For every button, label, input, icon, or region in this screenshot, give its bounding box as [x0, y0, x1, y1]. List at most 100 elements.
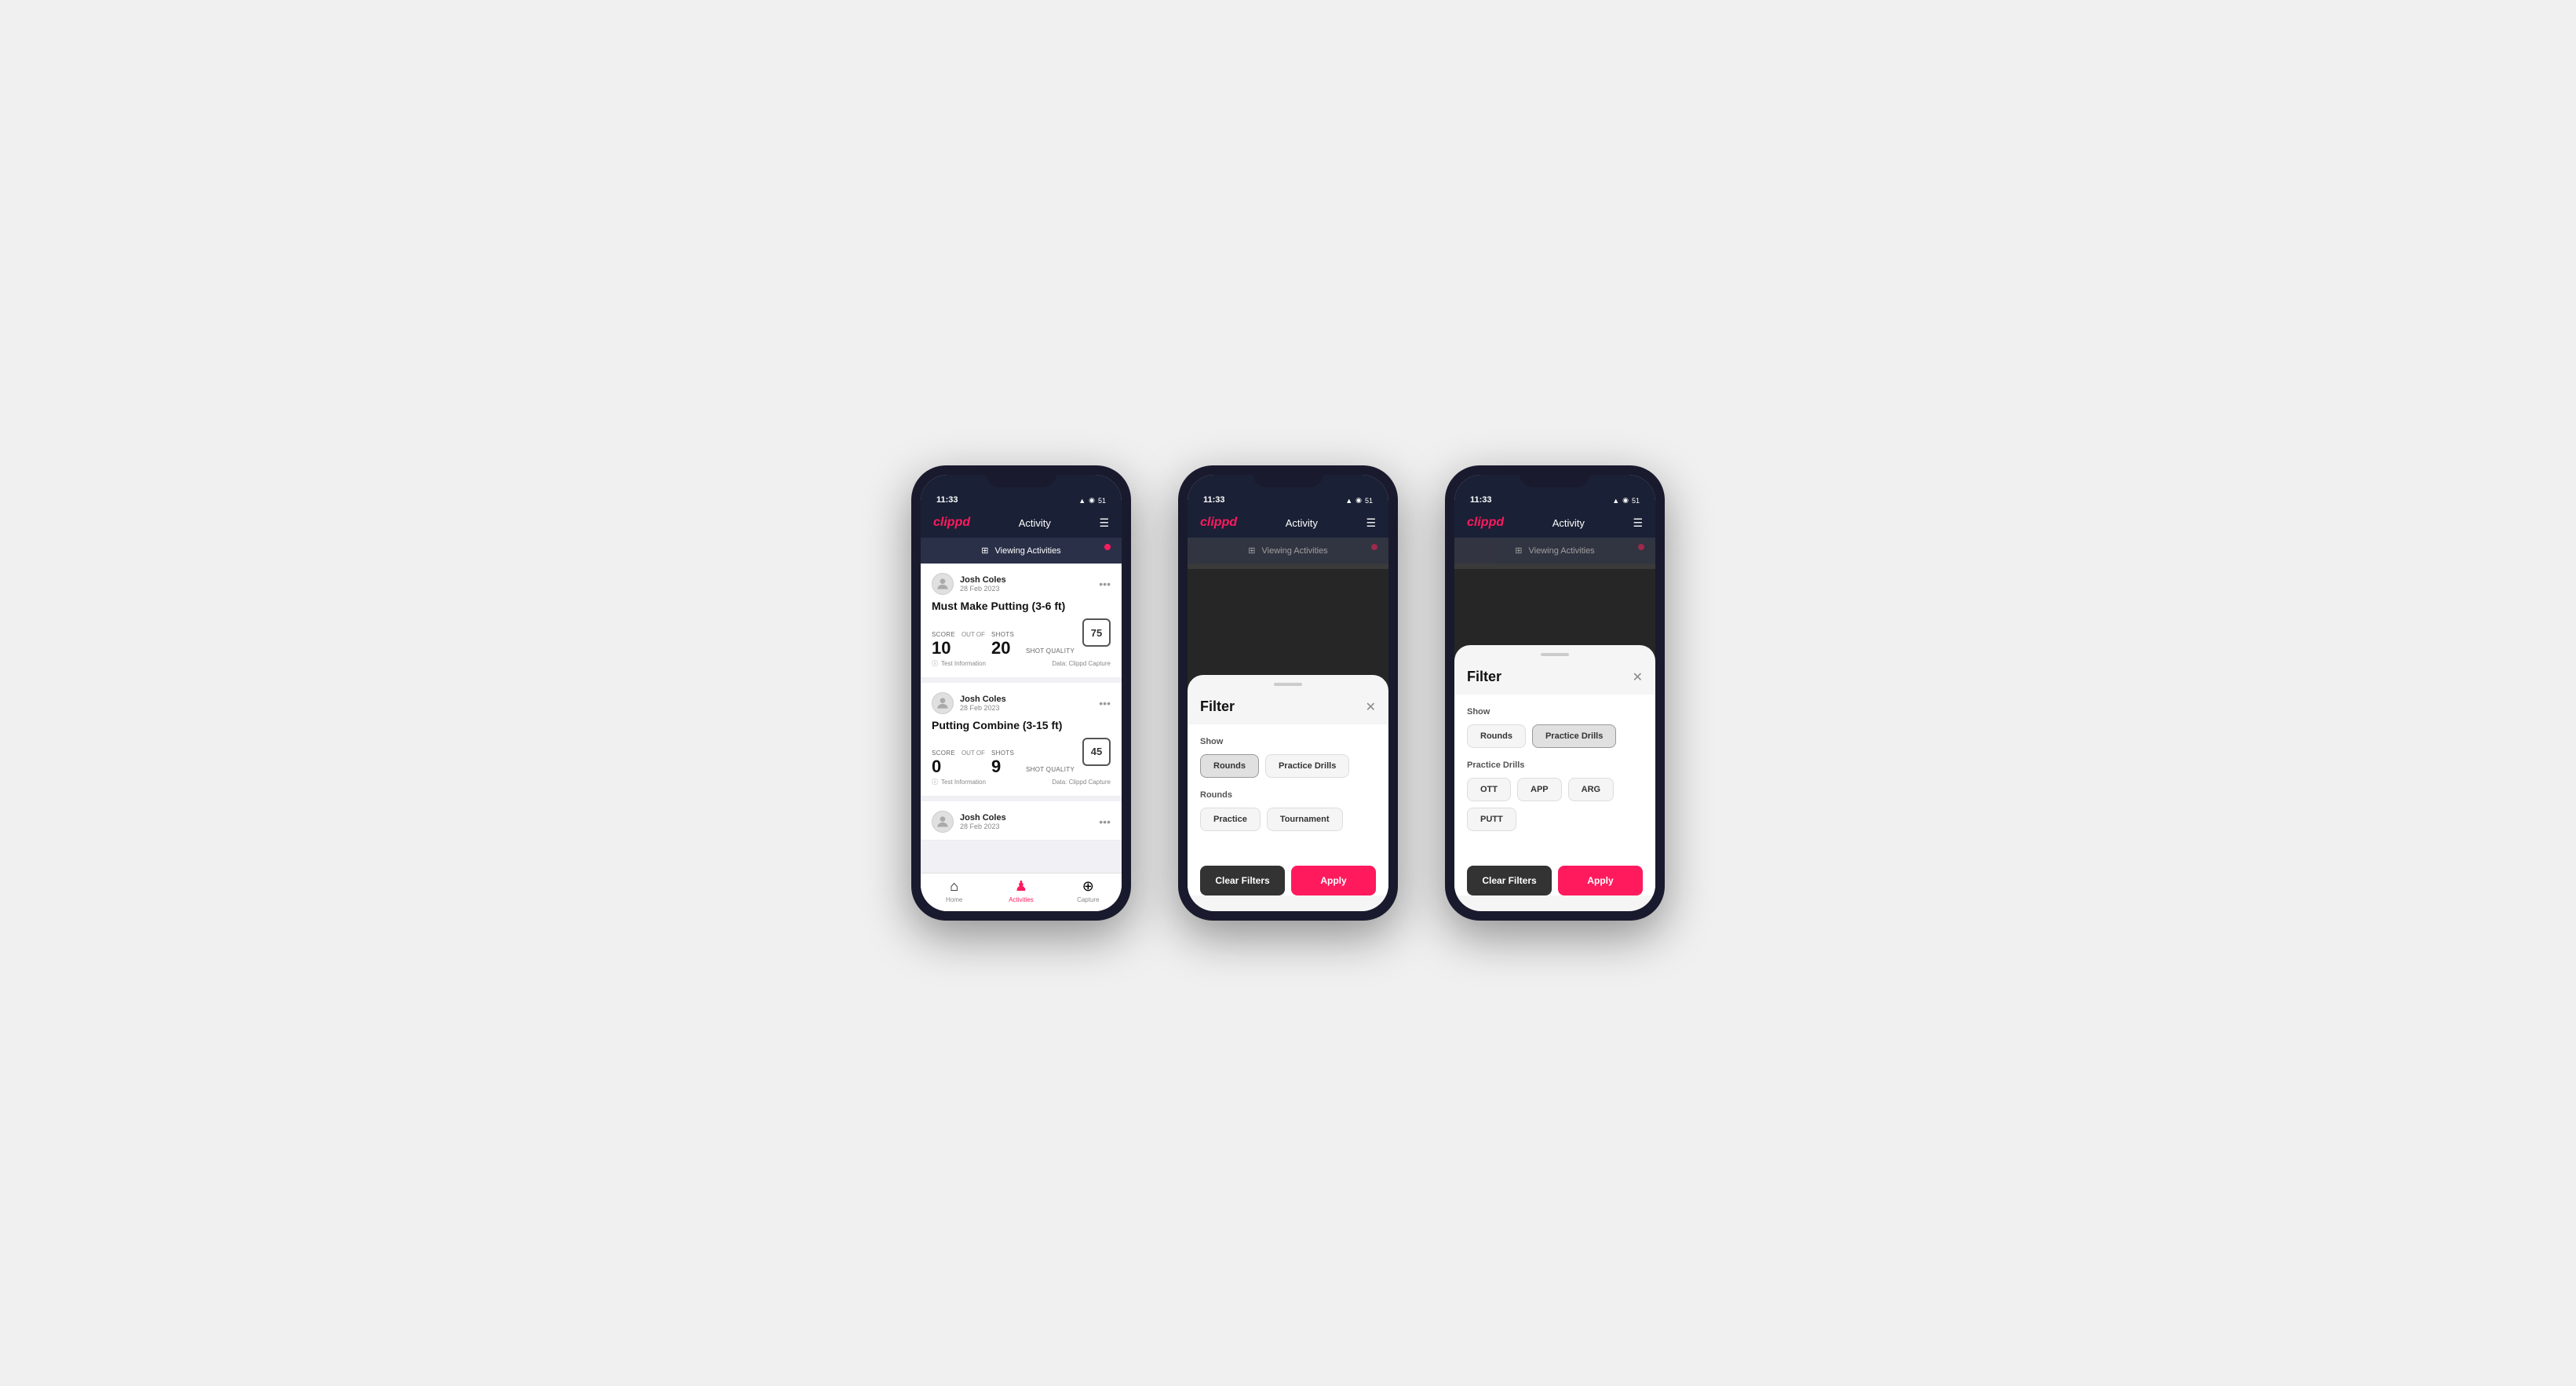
status-icons-2: ▲ ◉ 51 [1345, 496, 1373, 505]
test-info-2: ⓘ Test Information [932, 778, 986, 786]
show-buttons-3: Rounds Practice Drills [1467, 724, 1643, 748]
clear-btn-3[interactable]: Clear Filters [1467, 866, 1552, 895]
nav-menu-2[interactable]: ☰ [1366, 516, 1376, 530]
phone-1-inner: 11:33 ▲ ◉ 51 clippd Activity ☰ ⊞ Viewing… [921, 475, 1122, 911]
nav-menu-3[interactable]: ☰ [1633, 516, 1643, 530]
status-icons-3: ▲ ◉ 51 [1612, 496, 1640, 505]
tab-activities[interactable]: ♟ Activities [987, 878, 1054, 903]
notch-1 [986, 465, 1056, 487]
viewing-bar-1[interactable]: ⊞ Viewing Activities [921, 538, 1122, 564]
card-header-2: Josh Coles 28 Feb 2023 ••• [932, 692, 1111, 714]
activity-title-1: Must Make Putting (3-6 ft) [932, 600, 1111, 612]
card-header-1: Josh Coles 28 Feb 2023 ••• [932, 573, 1111, 595]
filter-sheet-3: Filter ✕ Show Rounds Practice Drills Pra… [1454, 645, 1655, 911]
viewing-bar-text-3: Viewing Activities [1529, 546, 1595, 556]
tab-home[interactable]: ⌂ Home [921, 878, 987, 903]
user-date-1: 28 Feb 2023 [960, 585, 1006, 593]
close-icon-2[interactable]: ✕ [1366, 699, 1376, 715]
shot-quality-badge-1: 75 [1082, 618, 1111, 647]
more-dots-2[interactable]: ••• [1099, 697, 1111, 709]
status-time-1: 11:33 [936, 495, 958, 505]
shot-quality-value-1: 75 [1091, 627, 1102, 639]
nav-bar-3: clippd Activity ☰ [1454, 509, 1655, 538]
shot-quality-value-2: 45 [1091, 746, 1102, 757]
user-info-3: Josh Coles 28 Feb 2023 [932, 811, 1006, 833]
shot-quality-label-1: Shot Quality [1026, 647, 1111, 655]
sheet-handle-2 [1274, 683, 1302, 686]
ott-btn-3[interactable]: OTT [1467, 778, 1511, 801]
filter-icon-1: ⊞ [981, 545, 988, 556]
filter-sheet-2: Filter ✕ Show Rounds Practice Drills Rou… [1188, 675, 1388, 911]
user-name-1: Josh Coles [960, 575, 1006, 585]
activity-feed-1: Josh Coles 28 Feb 2023 ••• Must Make Put… [921, 564, 1122, 873]
more-dots-3[interactable]: ••• [1099, 815, 1111, 828]
score-value-1: 10 [932, 638, 950, 658]
rounds-btn-3[interactable]: Rounds [1467, 724, 1526, 748]
nav-bar-1: clippd Activity ☰ [921, 509, 1122, 538]
practice-drills-section-label-3: Practice Drills [1467, 760, 1643, 770]
nav-menu-1[interactable]: ☰ [1099, 516, 1109, 530]
shots-label-2: Shots [991, 750, 1014, 757]
sheet-body-2: Show Rounds Practice Drills Rounds Pract… [1188, 724, 1388, 856]
activities-icon: ♟ [1015, 878, 1027, 895]
tab-capture[interactable]: ⊕ Capture [1055, 878, 1122, 903]
viewing-bar-text-2: Viewing Activities [1262, 546, 1328, 556]
shots-value-1: 20 [991, 638, 1010, 658]
show-buttons-2: Rounds Practice Drills [1200, 754, 1376, 778]
drill-buttons-3: OTT APP ARG PUTT [1467, 778, 1643, 831]
filter-icon-2: ⊞ [1248, 545, 1255, 556]
screen-content-1: ⊞ Viewing Activities [921, 538, 1122, 873]
score-label-1: Score [932, 631, 955, 638]
tab-capture-label: Capture [1077, 896, 1099, 903]
nav-bar-2: clippd Activity ☰ [1188, 509, 1388, 538]
viewing-dot-2 [1371, 544, 1377, 550]
phone-2: 11:33 ▲ ◉ 51 clippd Activity ☰ ⊞ Viewing… [1178, 465, 1398, 921]
arg-btn-3[interactable]: ARG [1568, 778, 1614, 801]
show-label-3: Show [1467, 707, 1643, 717]
capture-icon: ⊕ [1082, 878, 1094, 895]
viewing-bar-text-1: Viewing Activities [995, 546, 1061, 556]
putt-btn-3[interactable]: PUTT [1467, 808, 1516, 831]
more-dots-1[interactable]: ••• [1099, 578, 1111, 590]
home-icon: ⌂ [950, 878, 958, 895]
nav-title-3: Activity [1553, 517, 1585, 529]
screen-content-2: ⊞ Viewing Activities Filter ✕ Show [1188, 538, 1388, 911]
phones-container: 11:33 ▲ ◉ 51 clippd Activity ☰ ⊞ Viewing… [911, 465, 1665, 921]
practice-drills-btn-2[interactable]: Practice Drills [1265, 754, 1349, 778]
phone-3-inner: 11:33 ▲ ◉ 51 clippd Activity ☰ ⊞ Viewing… [1454, 475, 1655, 911]
user-name-2: Josh Coles [960, 695, 1006, 704]
viewing-bar-2: ⊞ Viewing Activities [1188, 538, 1388, 564]
practice-drills-btn-3[interactable]: Practice Drills [1532, 724, 1616, 748]
tournament-btn-2[interactable]: Tournament [1267, 808, 1343, 831]
apply-btn-3[interactable]: Apply [1558, 866, 1643, 895]
phone-2-inner: 11:33 ▲ ◉ 51 clippd Activity ☰ ⊞ Viewing… [1188, 475, 1388, 911]
phone-1: 11:33 ▲ ◉ 51 clippd Activity ☰ ⊞ Viewing… [911, 465, 1131, 921]
sheet-footer-3: Clear Filters Apply [1454, 856, 1655, 895]
filter-title-3: Filter [1467, 669, 1501, 685]
data-source-1: Data: Clippd Capture [1052, 660, 1111, 667]
user-info-2: Josh Coles 28 Feb 2023 [932, 692, 1006, 714]
viewing-dot-3 [1638, 544, 1644, 550]
practice-btn-2[interactable]: Practice [1200, 808, 1261, 831]
card-footer-1: ⓘ Test Information Data: Clippd Capture [932, 659, 1111, 668]
data-source-2: Data: Clippd Capture [1052, 779, 1111, 786]
nav-logo-3: clippd [1467, 516, 1504, 530]
viewing-dot-1 [1104, 544, 1111, 550]
clear-btn-2[interactable]: Clear Filters [1200, 866, 1285, 895]
activity-card-1: Josh Coles 28 Feb 2023 ••• Must Make Put… [921, 564, 1122, 678]
shots-value-2: 9 [991, 757, 1001, 776]
app-btn-3[interactable]: APP [1517, 778, 1562, 801]
avatar-2 [932, 692, 954, 714]
nav-title-1: Activity [1019, 517, 1051, 529]
activity-title-2: Putting Combine (3-15 ft) [932, 719, 1111, 731]
card-header-3: Josh Coles 28 Feb 2023 ••• [932, 811, 1111, 833]
apply-btn-2[interactable]: Apply [1291, 866, 1376, 895]
user-date-3: 28 Feb 2023 [960, 822, 1006, 830]
status-icons-1: ▲ ◉ 51 [1078, 496, 1106, 505]
rounds-btn-2[interactable]: Rounds [1200, 754, 1259, 778]
close-icon-3[interactable]: ✕ [1633, 669, 1643, 685]
score-value-2: 0 [932, 757, 941, 776]
notch-2 [1253, 465, 1323, 487]
shots-label-1: Shots [991, 631, 1014, 638]
nav-logo-1: clippd [933, 516, 970, 530]
